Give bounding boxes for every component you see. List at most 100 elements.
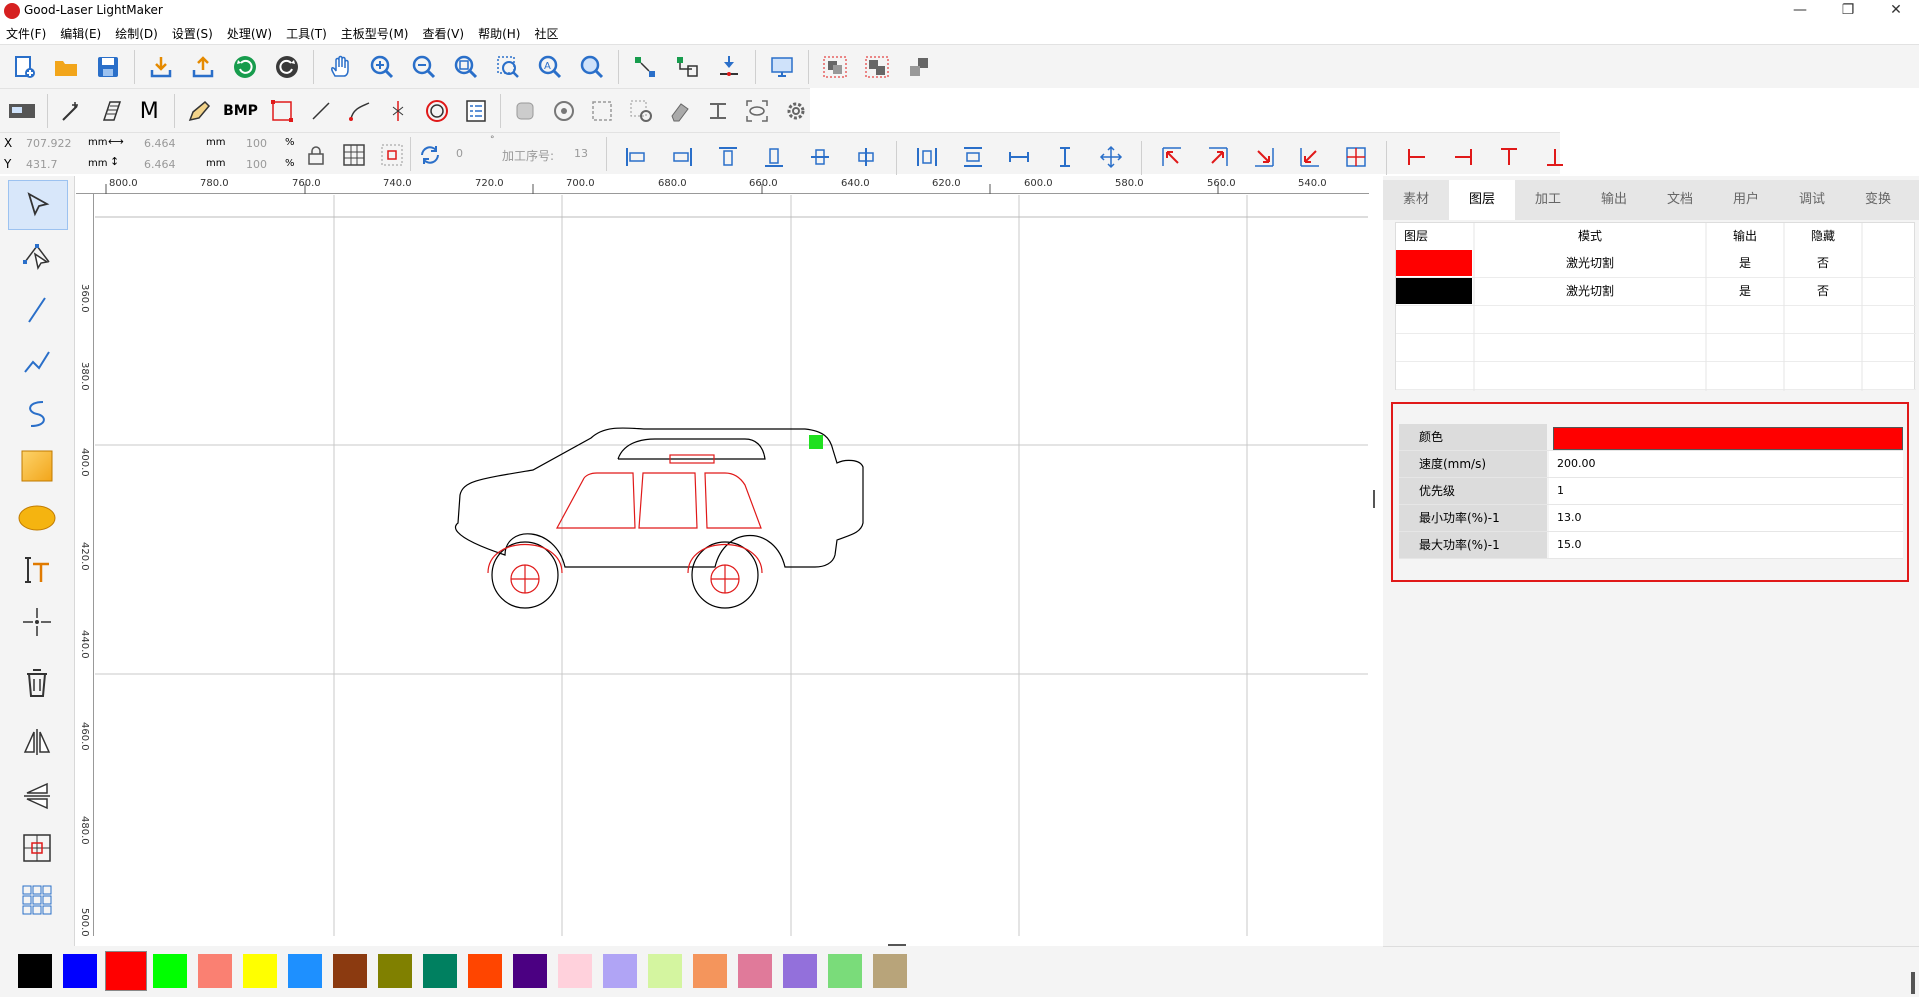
palette-swatch-teal[interactable] bbox=[423, 954, 457, 988]
zoom-all-icon[interactable]: A bbox=[534, 51, 566, 83]
x-input[interactable]: 707.922 bbox=[26, 137, 72, 150]
import-icon[interactable] bbox=[145, 51, 177, 83]
menu-tools[interactable]: 工具(T) bbox=[286, 25, 327, 42]
grid-position-icon[interactable] bbox=[342, 143, 366, 170]
curve-tool-icon[interactable] bbox=[345, 95, 374, 127]
zoom-fit-icon[interactable] bbox=[576, 51, 608, 83]
lock-ratio-icon[interactable] bbox=[306, 145, 326, 168]
y-input[interactable]: 431.7 bbox=[26, 158, 58, 171]
move-top-right-icon[interactable] bbox=[1202, 141, 1234, 173]
palette-swatch-salmon[interactable] bbox=[198, 954, 232, 988]
group-icon[interactable] bbox=[819, 51, 851, 83]
eraser-icon[interactable] bbox=[665, 95, 694, 127]
layer-color-swatch[interactable] bbox=[1396, 278, 1472, 304]
offset-circle-icon[interactable] bbox=[423, 95, 452, 127]
palette-swatch-orange-red[interactable] bbox=[468, 954, 502, 988]
menu-board-model[interactable]: 主板型号(M) bbox=[341, 25, 409, 42]
align-text-icon[interactable] bbox=[704, 95, 733, 127]
snap-right-icon[interactable] bbox=[1447, 141, 1479, 173]
array-copy-icon[interactable] bbox=[8, 824, 66, 872]
selected-object-marker[interactable] bbox=[809, 435, 823, 449]
align-top-icon[interactable] bbox=[712, 141, 744, 173]
menu-draw[interactable]: 绘制(D) bbox=[115, 25, 158, 42]
hatch-fill-icon[interactable] bbox=[96, 95, 125, 127]
disc-icon[interactable] bbox=[549, 95, 578, 127]
polyline-tool-icon[interactable] bbox=[8, 338, 66, 386]
curve-draw-tool-icon[interactable] bbox=[8, 390, 66, 438]
layer-output[interactable]: 是 bbox=[1706, 249, 1784, 277]
move-top-left-icon[interactable] bbox=[1156, 141, 1188, 173]
scroll-grip[interactable] bbox=[1911, 972, 1915, 994]
tab-user[interactable]: 用户 bbox=[1713, 180, 1779, 220]
scan-eye-icon[interactable] bbox=[743, 95, 772, 127]
equal-width-icon[interactable] bbox=[1003, 141, 1035, 173]
car-cut-lines[interactable] bbox=[487, 454, 763, 594]
rect-settings-icon[interactable] bbox=[627, 95, 656, 127]
export-icon[interactable] bbox=[187, 51, 219, 83]
close-button[interactable]: ✕ bbox=[1876, 0, 1916, 22]
zoom-in-icon[interactable] bbox=[366, 51, 398, 83]
palette-swatch-red-selected[interactable] bbox=[105, 951, 147, 991]
checklist-icon[interactable] bbox=[461, 95, 490, 127]
move-center-icon[interactable] bbox=[1340, 141, 1372, 173]
point-tool-icon[interactable] bbox=[8, 598, 66, 646]
palette-swatch-olive[interactable] bbox=[378, 954, 412, 988]
snap-top-icon[interactable] bbox=[1493, 141, 1525, 173]
rotate-icon[interactable] bbox=[418, 143, 442, 170]
text-m-button[interactable]: M bbox=[135, 95, 164, 127]
palette-swatch-peach[interactable] bbox=[693, 954, 727, 988]
table-row[interactable]: 激光切割 是 否 bbox=[1396, 249, 1916, 278]
dashed-rect-icon[interactable] bbox=[588, 95, 617, 127]
line-draw-tool-icon[interactable] bbox=[8, 286, 66, 334]
delete-trash-icon[interactable] bbox=[8, 658, 66, 706]
pan-hand-icon[interactable] bbox=[324, 51, 356, 83]
arrange-icon[interactable] bbox=[903, 51, 935, 83]
ellipse-tool-icon[interactable] bbox=[8, 494, 66, 542]
layer-mode[interactable]: 激光切割 bbox=[1474, 277, 1706, 305]
menu-edit[interactable]: 编辑(E) bbox=[60, 25, 101, 42]
bounding-box-icon[interactable] bbox=[268, 95, 297, 127]
zoom-selection-icon[interactable] bbox=[492, 51, 524, 83]
save-icon[interactable] bbox=[92, 51, 124, 83]
grid-array-icon[interactable] bbox=[8, 876, 66, 924]
laser-head-icon[interactable] bbox=[713, 51, 745, 83]
minimize-button[interactable]: — bbox=[1780, 0, 1820, 22]
align-right-icon[interactable] bbox=[666, 141, 698, 173]
snap-left-icon[interactable] bbox=[1401, 141, 1433, 173]
car-outline[interactable] bbox=[454, 427, 864, 609]
menu-help[interactable]: 帮助(H) bbox=[478, 25, 520, 42]
tab-transform[interactable]: 变换 bbox=[1845, 180, 1911, 220]
panel-splitter-handle[interactable] bbox=[1373, 490, 1375, 508]
palette-swatch-yellow[interactable] bbox=[243, 954, 277, 988]
layer-mode[interactable]: 激光切割 bbox=[1474, 249, 1706, 277]
redo-icon[interactable] bbox=[271, 51, 303, 83]
tab-debug[interactable]: 调试 bbox=[1779, 180, 1845, 220]
menu-process[interactable]: 处理(W) bbox=[227, 25, 272, 42]
new-file-icon[interactable] bbox=[8, 51, 40, 83]
process-order-input[interactable]: 13 bbox=[574, 147, 588, 160]
priority-input[interactable]: 1 bbox=[1549, 478, 1903, 504]
menu-settings[interactable]: 设置(S) bbox=[172, 25, 213, 42]
mirror-vertical-icon[interactable] bbox=[8, 772, 66, 820]
node-edit-tool-icon[interactable] bbox=[8, 232, 66, 280]
center-point-icon[interactable] bbox=[380, 143, 404, 170]
machine-icon[interactable] bbox=[8, 95, 37, 127]
distribute-vertical-icon[interactable] bbox=[957, 141, 989, 173]
cut-line-icon[interactable] bbox=[384, 95, 413, 127]
min-power-input[interactable]: 13.0 bbox=[1549, 505, 1903, 531]
rectangle-tool-icon[interactable] bbox=[8, 442, 66, 490]
palette-swatch-purple[interactable] bbox=[783, 954, 817, 988]
color-value-swatch[interactable] bbox=[1553, 427, 1903, 450]
undo-icon[interactable] bbox=[229, 51, 261, 83]
move-bottom-left-icon[interactable] bbox=[1294, 141, 1326, 173]
table-row[interactable]: 激光切割 是 否 bbox=[1396, 277, 1916, 306]
move-bottom-right-icon[interactable] bbox=[1248, 141, 1280, 173]
monitor-icon[interactable] bbox=[766, 51, 798, 83]
tab-layer[interactable]: 图层 bbox=[1449, 180, 1515, 220]
line-tool-icon[interactable] bbox=[307, 95, 336, 127]
width-input[interactable]: 6.464 bbox=[144, 137, 176, 150]
maximize-button[interactable]: ❐ bbox=[1828, 0, 1868, 22]
ungroup-icon[interactable] bbox=[861, 51, 893, 83]
equal-height-icon[interactable] bbox=[1049, 141, 1081, 173]
max-power-input[interactable]: 15.0 bbox=[1549, 532, 1903, 558]
